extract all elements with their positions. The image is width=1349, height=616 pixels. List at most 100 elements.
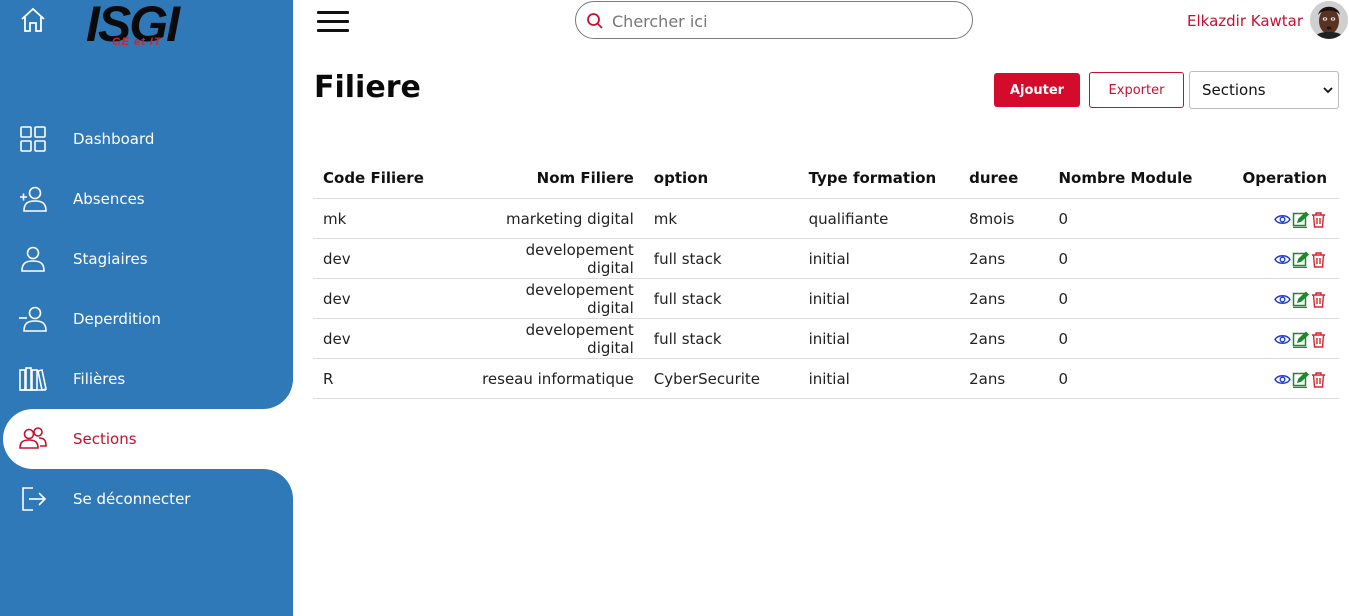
table-cell: dev <box>313 238 469 279</box>
table-cell: 0 <box>1048 198 1208 239</box>
user-plus-icon <box>20 186 47 212</box>
user-icon <box>21 246 45 272</box>
sidebar-item-label: Sections <box>73 430 137 448</box>
row-operations <box>1207 198 1339 239</box>
sections-select[interactable]: Sections <box>1189 71 1339 109</box>
sidebar-item-deperdition[interactable]: Deperdition <box>0 289 293 349</box>
table-cell: mk <box>313 198 469 239</box>
table-cell: 2ans <box>959 238 1049 279</box>
user-name[interactable]: Elkazdir Kawtar <box>1187 12 1303 30</box>
view-icon[interactable] <box>1274 371 1291 388</box>
sidebar-item-label: Stagiaires <box>73 250 148 268</box>
table-cell: CyberSecurite <box>643 358 799 399</box>
row-operations <box>1207 358 1339 399</box>
sidebar-item-sections[interactable]: Sections <box>3 409 293 469</box>
page-title: Filiere <box>314 70 421 105</box>
search-bar <box>575 1 973 39</box>
sidebar: ISGI GE et IT Dashboard Absences Stagiai… <box>0 0 293 616</box>
table-cell: marketing digital <box>468 198 644 239</box>
table-cell: initial <box>798 358 960 399</box>
avatar[interactable] <box>1310 1 1348 39</box>
books-icon <box>19 367 47 391</box>
sidebar-item-label: Filières <box>73 370 126 388</box>
users-icon <box>19 427 47 449</box>
table-cell: developement digital <box>468 238 644 279</box>
table-row: mk marketing digital mk qualifiante 8mois 0 <box>313 198 1339 239</box>
table-row: dev developement digital full stack initial… <box>313 318 1339 359</box>
table-cell: full stack <box>643 238 799 279</box>
edit-icon[interactable] <box>1292 370 1310 388</box>
table-cell: 0 <box>1048 238 1208 279</box>
table-cell: initial <box>798 238 960 279</box>
table-row: Rreseau informatique CyberSecurite initial… <box>313 358 1339 399</box>
search-input[interactable] <box>610 8 964 34</box>
sidebar-item-dashboard[interactable]: Dashboard <box>0 109 293 169</box>
view-icon[interactable] <box>1274 331 1291 348</box>
table-cell: 2ans <box>959 358 1049 399</box>
logout-icon <box>22 487 47 511</box>
column-header: Type formation <box>798 158 960 199</box>
edit-icon[interactable] <box>1292 330 1310 348</box>
table-cell: full stack <box>643 318 799 359</box>
edit-icon[interactable] <box>1292 210 1310 228</box>
avatar-image <box>1310 1 1348 39</box>
table-cell: 2ans <box>959 278 1049 319</box>
table-cell: full stack <box>643 278 799 319</box>
menu-line <box>317 11 349 14</box>
menu-toggle-button[interactable] <box>317 11 349 33</box>
view-icon[interactable] <box>1274 291 1291 308</box>
sidebar-item-stagiaires[interactable]: Stagiaires <box>0 229 293 289</box>
export-button[interactable]: Exporter <box>1089 72 1184 108</box>
edit-icon[interactable] <box>1292 290 1310 308</box>
menu-line <box>317 29 349 32</box>
table-cell: R <box>313 358 469 399</box>
delete-icon[interactable] <box>1310 331 1327 348</box>
sidebar-item-label: Dashboard <box>73 130 155 148</box>
table-cell: initial <box>798 318 960 359</box>
table-cell: 0 <box>1048 318 1208 359</box>
sidebar-item-logout[interactable]: Se déconnecter <box>0 469 293 529</box>
table-cell: qualifiante <box>798 198 960 239</box>
sidebar-item-label: Absences <box>73 190 145 208</box>
row-operations <box>1207 238 1339 279</box>
sidebar-item-absences[interactable]: Absences <box>0 169 293 229</box>
table-cell: mk <box>643 198 799 239</box>
table-row: dev developement digital full stack initial… <box>313 238 1339 279</box>
column-header: duree <box>959 158 1049 199</box>
view-icon[interactable] <box>1274 211 1291 228</box>
chevron-down-icon <box>1323 87 1333 94</box>
table-cell: 0 <box>1048 358 1208 399</box>
delete-icon[interactable] <box>1310 211 1327 228</box>
grid-icon <box>20 126 46 152</box>
table-cell: initial <box>798 278 960 319</box>
row-operations <box>1207 278 1339 319</box>
table-cell: reseau informatique <box>468 358 644 399</box>
filiere-table: Code Filiere Nom Filiere option Type for… <box>313 158 1339 399</box>
logo-subtext: GE et IT <box>112 36 162 48</box>
logo: ISGI GE et IT <box>86 0 196 54</box>
user-minus-icon <box>19 306 47 332</box>
column-header: option <box>643 158 799 199</box>
active-curve-top <box>243 359 293 409</box>
delete-icon[interactable] <box>1310 251 1327 268</box>
table-cell: developement digital <box>468 318 644 359</box>
view-icon[interactable] <box>1274 251 1291 268</box>
sidebar-item-label: Se déconnecter <box>73 490 191 508</box>
table-cell: 8mois <box>959 198 1049 239</box>
table-row: dev developement digital full stack initial… <box>313 278 1339 319</box>
search-icon <box>587 13 603 29</box>
column-header: Code Filiere <box>313 158 469 199</box>
table-cell: developement digital <box>468 278 644 319</box>
column-header: Operation <box>1207 158 1339 199</box>
delete-icon[interactable] <box>1310 291 1327 308</box>
home-icon[interactable] <box>19 6 47 34</box>
add-button[interactable]: Ajouter <box>994 73 1080 107</box>
delete-icon[interactable] <box>1310 371 1327 388</box>
select-value: Sections <box>1202 81 1266 99</box>
row-operations <box>1207 318 1339 359</box>
table-cell: 2ans <box>959 318 1049 359</box>
edit-icon[interactable] <box>1292 250 1310 268</box>
column-header: Nom Filiere <box>468 158 644 199</box>
column-header: Nombre Module <box>1048 158 1208 199</box>
table-cell: dev <box>313 318 469 359</box>
